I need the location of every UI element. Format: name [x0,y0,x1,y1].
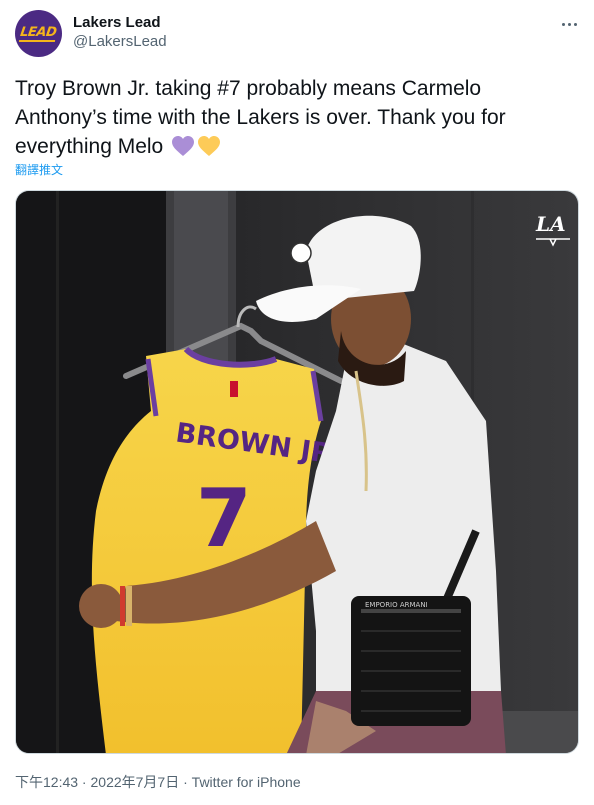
translate-tweet-link[interactable]: 翻譯推文 [15,162,63,178]
tweet-photo[interactable]: LA BROWN JR. 7 EMPORIO ARMANI [15,190,579,754]
tweet-meta: 下午12:43 · 2022年7月7日 · Twitter for iPhone [15,773,301,791]
tweet-time[interactable]: 下午12:43 [15,774,78,790]
meta-separator: · [78,774,91,790]
tweet-text: Troy Brown Jr. taking #7 probably means … [15,74,575,161]
user-handle[interactable]: @LakersLead [73,32,167,52]
watermark-text: LA [535,212,566,236]
jersey-number: 7 [196,472,252,565]
tweet-date[interactable]: 2022年7月7日 [91,774,180,790]
display-name[interactable]: Lakers Lead [73,14,167,32]
avatar[interactable]: LEAD [15,10,62,57]
bag-brand: EMPORIO ARMANI [365,601,428,609]
more-options-icon[interactable] [559,14,579,34]
author-block: Lakers Lead @LakersLead [73,14,167,52]
avatar-logo: LEAD [19,24,58,42]
tweet-header: LEAD Lakers Lead @LakersLead [15,10,579,60]
yellow-heart-icon [198,136,221,156]
purple-heart-icon [172,136,195,156]
photo-illustration: LA BROWN JR. 7 EMPORIO ARMANI [16,191,578,753]
tweet-source[interactable]: Twitter for iPhone [192,774,301,790]
tweet-body: Troy Brown Jr. taking #7 probably means … [15,77,506,158]
meta-separator: · [179,774,192,790]
